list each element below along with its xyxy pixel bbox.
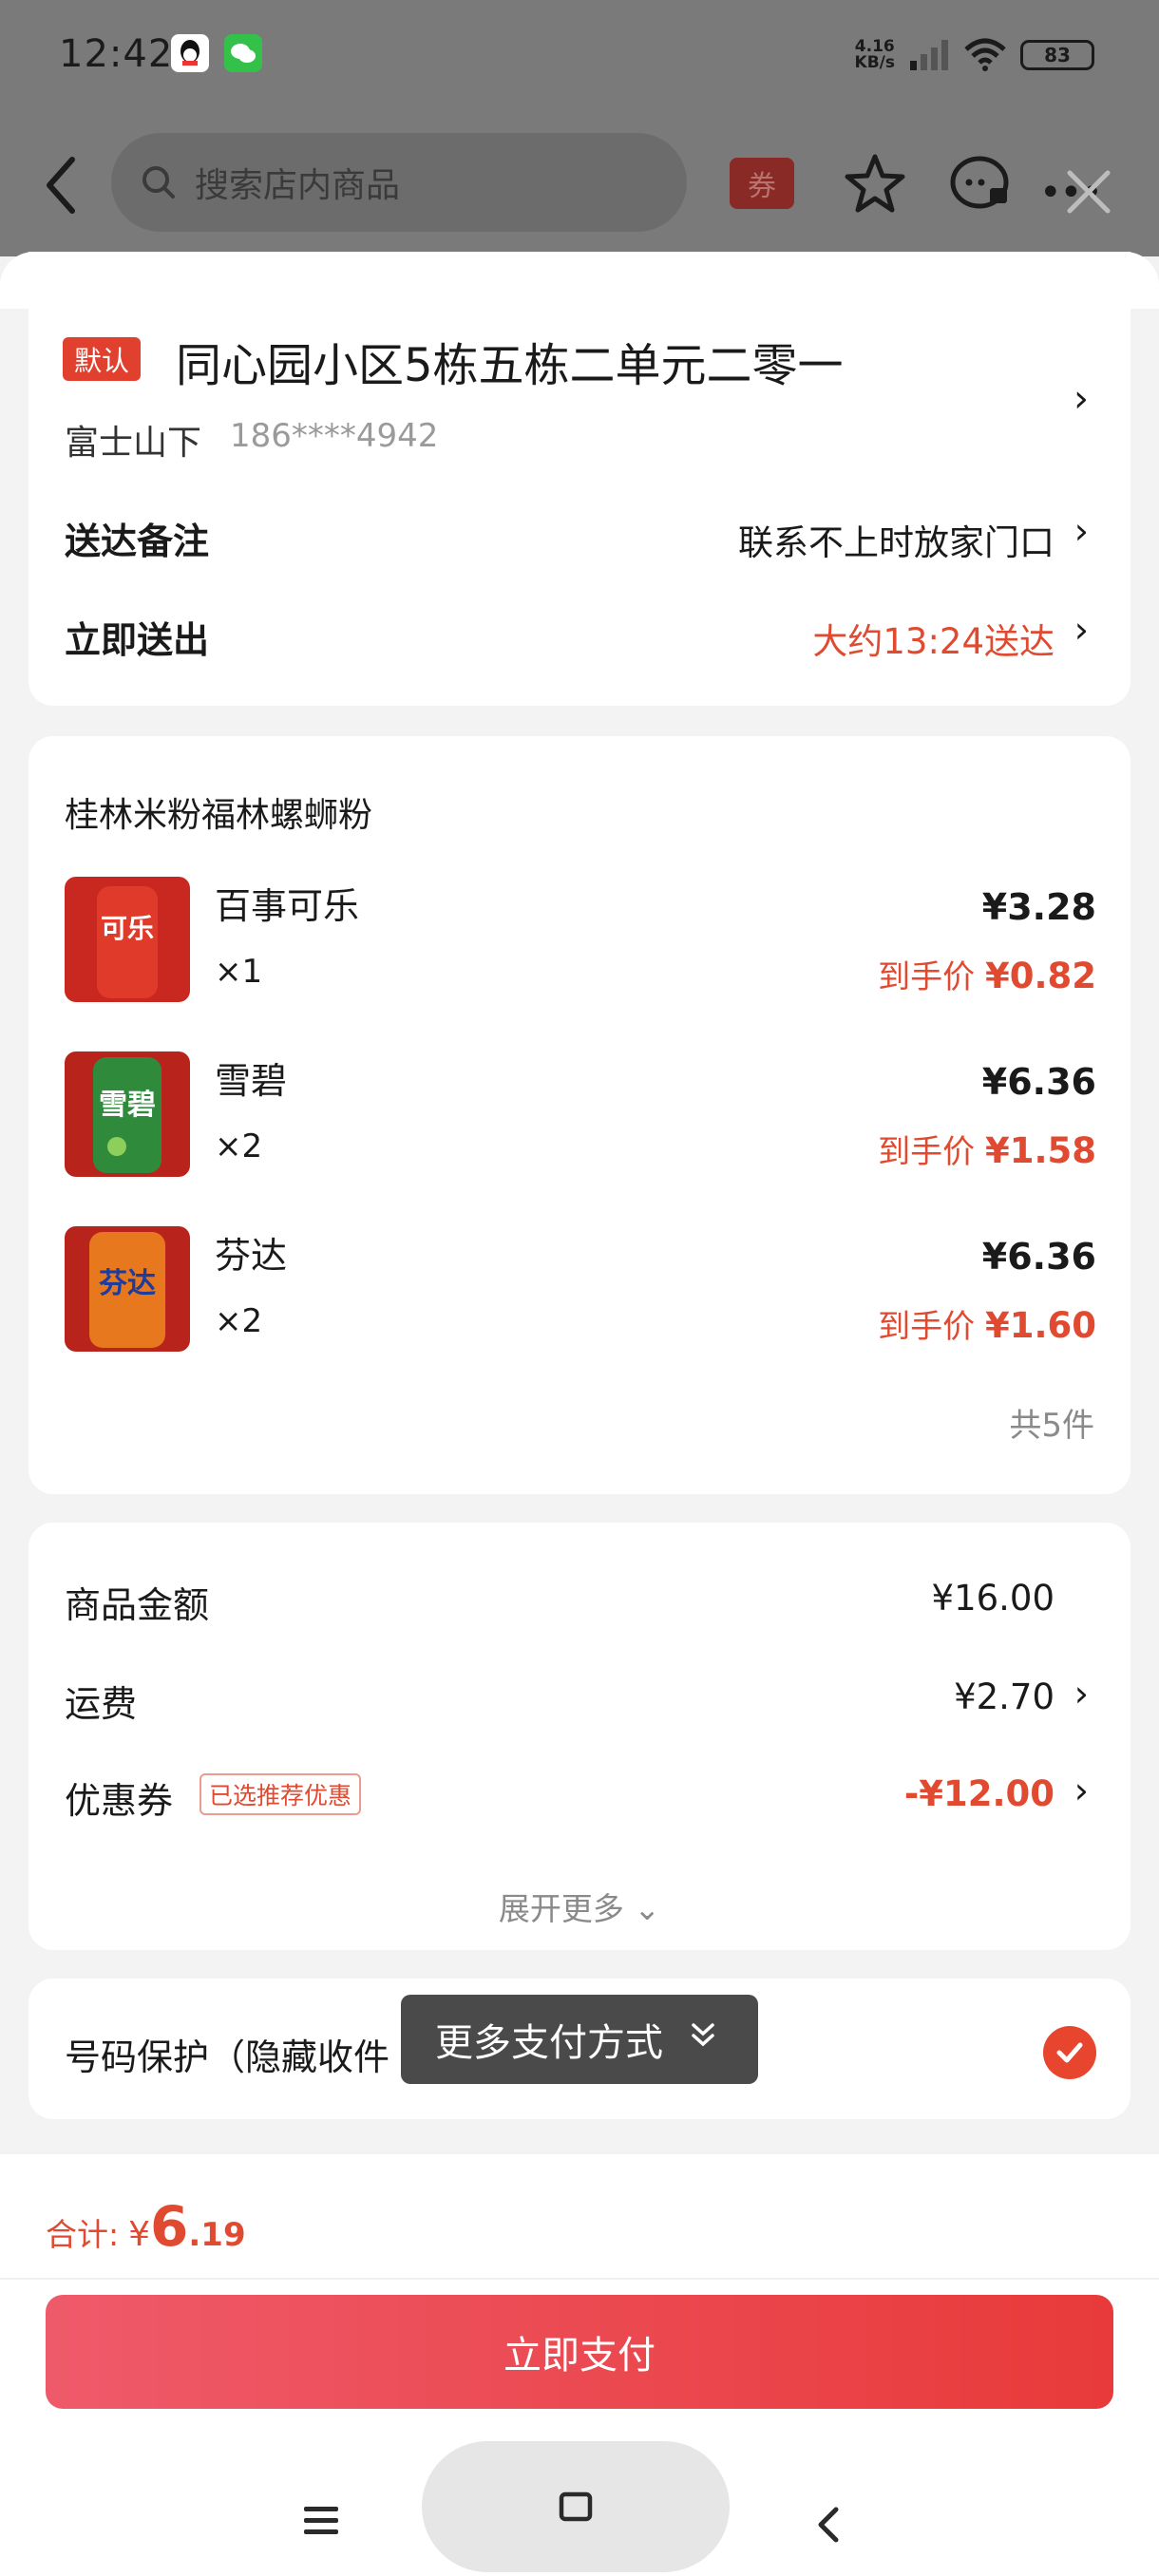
final-price-value: ¥1.58 <box>984 1130 1096 1171</box>
order-item[interactable]: 雪碧 雪碧 ×2 ¥6.36 到手价 ¥1.58 <box>65 1051 1096 1184</box>
total-item-count: 共5件 <box>1009 1407 1094 1445</box>
delivery-note-label: 送达备注 <box>65 521 210 562</box>
coupon-label: 优惠券 <box>65 1780 174 1822</box>
qq-icon <box>171 34 209 72</box>
delivery-time-value[interactable]: 大约13:24送达 <box>812 613 1054 664</box>
default-badge: 默认 <box>63 337 142 381</box>
fee-summary-card: 商品金额 ¥16.00 运费 ¥2.70 › 优惠券 已选推荐优惠 -¥12.0… <box>28 1523 1130 1950</box>
item-thumbnail: 可乐 <box>65 877 190 1002</box>
chevron-down-icon: ⌄ <box>634 1890 661 1927</box>
final-price-prefix: 到手价 <box>878 1308 976 1346</box>
coupon-button[interactable]: 券 <box>730 158 794 209</box>
more-payment-methods-button[interactable]: 更多支付方式 <box>401 1995 758 2084</box>
item-price: ¥6.36 <box>981 1061 1096 1103</box>
order-item[interactable]: 芬达 芬达 ×2 ¥6.36 到手价 ¥1.60 <box>65 1226 1096 1359</box>
system-navigation-bar <box>0 2432 1159 2576</box>
item-price: ¥6.36 <box>981 1236 1096 1278</box>
coupon-value[interactable]: -¥12.00 <box>904 1773 1054 1814</box>
signal-icon <box>910 40 948 70</box>
network-speed: 4.16 KB/s <box>855 39 895 71</box>
order-item[interactable]: 可乐 百事可乐 ×1 ¥3.28 到手价 ¥0.82 <box>65 877 1096 1010</box>
customer-service-icon[interactable] <box>948 152 1015 218</box>
goods-amount-value: ¥16.00 <box>931 1578 1054 1619</box>
shop-name: 桂林米粉福林螺蛳粉 <box>65 796 373 835</box>
network-speed-unit: KB/s <box>854 53 895 72</box>
delivery-note-value[interactable]: 联系不上时放家门口 <box>738 514 1054 565</box>
item-quantity: ×2 <box>215 1127 263 1165</box>
item-final-price: 到手价 ¥1.60 <box>878 1300 1096 1347</box>
more-payment-methods-label: 更多支付方式 <box>435 2021 663 2065</box>
item-price: ¥3.28 <box>981 886 1096 928</box>
item-thumbnail: 芬达 <box>65 1226 190 1352</box>
pay-now-button[interactable]: 立即支付 <box>46 2295 1113 2409</box>
home-square-icon <box>559 2491 593 2522</box>
shipping-fee-value[interactable]: ¥2.70 <box>954 1676 1054 1717</box>
recipient-phone: 186****4942 <box>230 417 439 455</box>
item-final-price: 到手价 ¥1.58 <box>878 1126 1096 1172</box>
order-items-card: 桂林米粉福林螺蛳粉 可乐 百事可乐 ×1 ¥3.28 到手价 ¥0.82 雪碧 … <box>28 736 1130 1494</box>
total-currency: ¥ <box>128 2215 151 2254</box>
double-chevron-down-icon <box>690 2021 716 2057</box>
search-icon <box>142 166 175 199</box>
expand-more-label: 展开更多 <box>498 1890 624 1927</box>
number-protection-label: 号码保护（隐藏收件 <box>65 2036 390 2078</box>
menu-icon[interactable] <box>302 2504 340 2542</box>
wechat-icon <box>224 34 262 72</box>
item-final-price: 到手价 ¥0.82 <box>878 951 1096 997</box>
item-name: 雪碧 <box>215 1060 288 1102</box>
coupon-recommended-badge: 已选推荐优惠 <box>200 1773 362 1815</box>
item-thumbnail: 雪碧 <box>65 1051 190 1177</box>
delivery-time-chevron-icon[interactable]: › <box>1074 609 1089 651</box>
item-quantity: ×1 <box>215 953 263 991</box>
total-label: 合计: <box>46 2216 120 2253</box>
back-icon[interactable] <box>38 152 86 222</box>
search-placeholder: 搜索店内商品 <box>195 166 401 205</box>
final-price-value: ¥1.60 <box>984 1305 1096 1346</box>
divider <box>0 2278 1159 2280</box>
address-chevron-icon: › <box>1074 377 1089 421</box>
checkmark-icon[interactable] <box>1043 2026 1096 2079</box>
recipient-name: 富士山下 <box>65 424 202 463</box>
coupon-chevron-icon[interactable]: › <box>1074 1770 1089 1811</box>
total-integer: 6 <box>150 2194 189 2259</box>
system-back-icon[interactable] <box>813 2506 842 2548</box>
delivery-note-chevron-icon[interactable]: › <box>1074 510 1089 552</box>
total-decimal: .19 <box>188 2216 246 2254</box>
delivery-time-label: 立即送出 <box>65 619 210 661</box>
item-quantity: ×2 <box>215 1302 263 1340</box>
status-indicators: 4.16 KB/s 83 <box>855 34 1094 76</box>
close-icon[interactable] <box>1064 167 1113 220</box>
favorite-star-icon[interactable] <box>844 152 906 218</box>
item-name: 百事可乐 <box>215 885 360 927</box>
home-button[interactable] <box>422 2441 730 2572</box>
final-price-value: ¥0.82 <box>984 956 1096 996</box>
shipping-fee-label: 运费 <box>65 1683 138 1725</box>
wifi-icon <box>964 38 1006 71</box>
battery-indicator: 83 <box>1020 40 1094 70</box>
search-input[interactable]: 搜索店内商品 <box>111 133 687 232</box>
address-card[interactable]: 默认 同心园小区5栋五栋二单元二零一 › 富士山下 186****4942 送达… <box>28 252 1130 706</box>
svg-text:可乐: 可乐 <box>101 913 154 944</box>
checkout-sheet: 默认 同心园小区5栋五栋二单元二零一 › 富士山下 186****4942 送达… <box>0 252 1159 2431</box>
status-time: 12:42 <box>59 32 174 76</box>
svg-text:芬达: 芬达 <box>99 1267 156 1300</box>
expand-more-button[interactable]: 展开更多 ⌄ <box>28 1884 1130 1929</box>
final-price-prefix: 到手价 <box>878 1133 976 1171</box>
svg-text:雪碧: 雪碧 <box>99 1089 156 1122</box>
total-amount: 合计: ¥ 6 .19 <box>46 2194 246 2259</box>
status-bar: 12:42 4.16 KB/s 83 <box>0 0 1159 110</box>
final-price-prefix: 到手价 <box>878 958 976 996</box>
shipping-chevron-icon[interactable]: › <box>1074 1673 1089 1714</box>
goods-amount-label: 商品金额 <box>65 1584 210 1626</box>
item-name: 芬达 <box>215 1235 288 1277</box>
address-title: 同心园小区5栋五栋二单元二零一 <box>176 339 844 392</box>
